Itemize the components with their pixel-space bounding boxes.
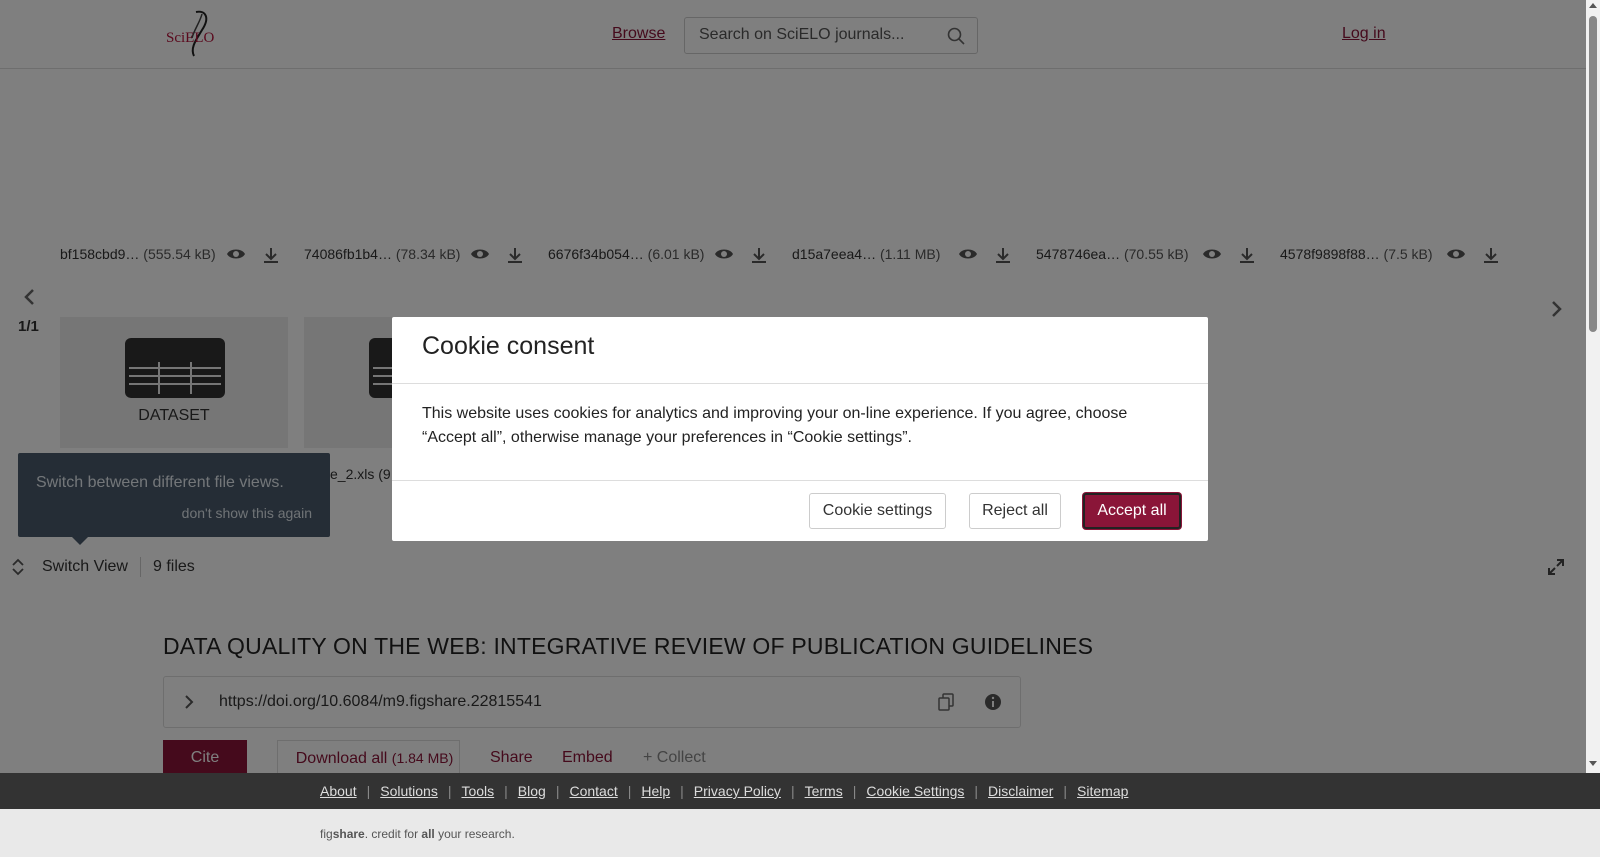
- footer-link-terms[interactable]: Terms: [805, 783, 843, 799]
- footer-link-tools[interactable]: Tools: [461, 783, 494, 799]
- page-scrollbar[interactable]: [1586, 0, 1600, 773]
- footer-separator: |: [974, 783, 979, 799]
- footer-link-disclaimer[interactable]: Disclaimer: [988, 783, 1053, 799]
- footer-separator: |: [852, 783, 857, 799]
- footer-separator: |: [627, 783, 632, 799]
- footer-link-cookie-settings[interactable]: Cookie Settings: [866, 783, 964, 799]
- footer-link-privacy[interactable]: Privacy Policy: [694, 783, 781, 799]
- cookie-settings-button[interactable]: Cookie settings: [809, 493, 946, 529]
- dialog-divider: [392, 480, 1208, 481]
- footer-link-sitemap[interactable]: Sitemap: [1077, 783, 1128, 799]
- footer-separator: |: [790, 783, 795, 799]
- footer-link-blog[interactable]: Blog: [518, 783, 546, 799]
- footer-link-help[interactable]: Help: [641, 783, 670, 799]
- reject-all-button[interactable]: Reject all: [969, 493, 1061, 529]
- footer-separator: |: [447, 783, 452, 799]
- footer-separator: |: [366, 783, 371, 799]
- accept-all-button[interactable]: Accept all: [1083, 493, 1181, 529]
- scroll-down-arrow-icon[interactable]: [1589, 761, 1597, 766]
- footer-separator: |: [555, 783, 560, 799]
- brand-fig: fig: [320, 827, 333, 841]
- tagline-mid: . credit for: [364, 827, 422, 841]
- dialog-divider: [392, 383, 1208, 384]
- dialog-body: This website uses cookies for analytics …: [422, 405, 1128, 446]
- footer-link-solutions[interactable]: Solutions: [380, 783, 438, 799]
- footer-link-contact[interactable]: Contact: [569, 783, 617, 799]
- footer-separator: |: [1063, 783, 1068, 799]
- footer-bottom: figshare. credit for all your research.: [0, 809, 1600, 857]
- scroll-thumb[interactable]: [1589, 16, 1597, 332]
- footer-link-about[interactable]: About: [320, 783, 357, 799]
- brand-share: share: [332, 827, 365, 841]
- cookie-consent-dialog: Cookie consent This website uses cookies…: [392, 317, 1208, 541]
- footer-separator: |: [504, 783, 508, 799]
- dialog-title: Cookie consent: [422, 332, 595, 360]
- footer-nav: About | Solutions | Tools | Blog | Contact | Help |…: [320, 783, 1128, 799]
- footer-links-bar: About | Solutions | Tools | Blog | Contact | Help |…: [0, 773, 1600, 809]
- tagline-end: your research.: [434, 827, 515, 841]
- tagline-all: all: [421, 827, 435, 841]
- footer-tagline: figshare. credit for all your research.: [320, 827, 515, 841]
- footer-separator: |: [680, 783, 684, 799]
- scroll-up-arrow-icon[interactable]: [1589, 3, 1597, 8]
